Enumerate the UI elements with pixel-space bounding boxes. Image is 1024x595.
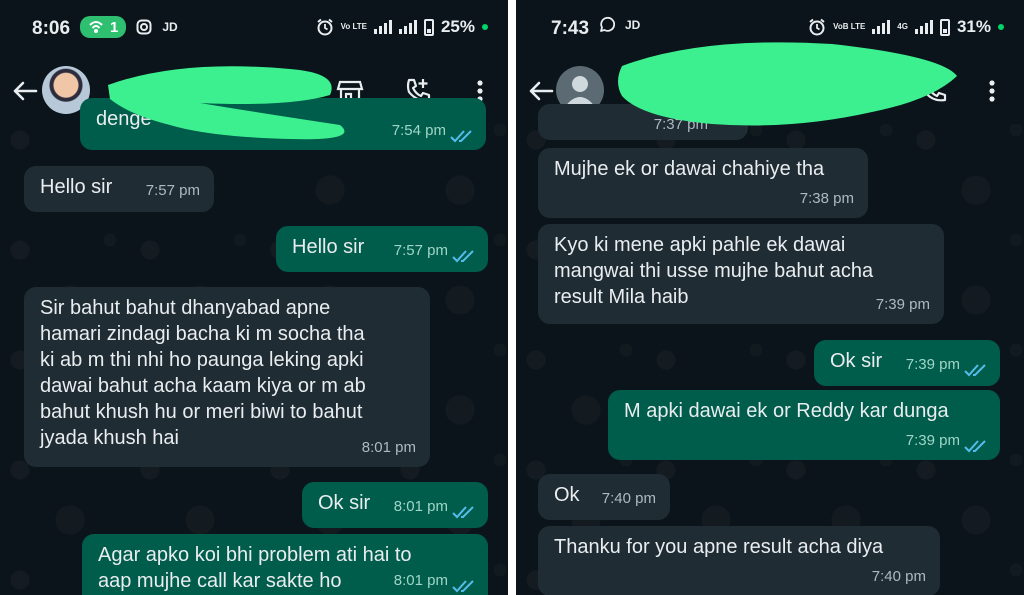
message-time: 7:39 pm — [905, 432, 960, 449]
status-bar: 7:43 JD VoB LTE 4G 31% — [516, 0, 1024, 58]
carrier-tag: JD — [162, 20, 178, 34]
hotspot-badge: 1 — [80, 16, 127, 38]
message-line: bahut khush hu or meri biwi to bahut — [40, 401, 363, 423]
hotspot-icon — [89, 21, 103, 33]
volte-tag: Vo LTE — [340, 22, 367, 31]
video-call-icon[interactable] — [851, 76, 881, 106]
chat-screenshot-right: 7:43 JD VoB LTE 4G 31% 7:37 pm Mujhe ek … — [516, 0, 1024, 595]
network-4g-tag: 4G — [897, 22, 908, 31]
message-text: Hello sir — [40, 176, 113, 198]
message-bubble-outgoing: Ok sir 8:01 pm — [302, 482, 488, 528]
hotspot-count: 1 — [110, 18, 119, 36]
message-line: Agar apko koi bhi problem ati hai to — [98, 544, 412, 566]
message-line: hamari zindagi bacha ki m socha tha — [40, 323, 365, 345]
message-time: 7:57 pm — [393, 242, 448, 259]
instagram-icon — [136, 19, 152, 35]
message-bubble-outgoing: Hello sir 7:57 pm — [276, 226, 488, 272]
read-ticks-icon — [450, 130, 472, 143]
message-bubble-incoming: Ok 7:40 pm — [538, 474, 670, 520]
alarm-icon — [809, 18, 825, 36]
message-line: Sir bahut bahut dhanyabad apne — [40, 297, 331, 319]
message-bubble-outgoing: Agar apko koi bhi problem ati hai to aap… — [82, 534, 488, 595]
back-arrow-icon[interactable] — [526, 76, 556, 106]
status-time: 7:43 — [551, 18, 590, 39]
status-bar: 8:06 1 JD Vo LTE 25% — [0, 0, 508, 58]
privacy-dot-icon — [482, 24, 488, 30]
signal-bars-icon-2 — [914, 20, 933, 34]
read-ticks-icon — [964, 440, 986, 453]
battery-icon — [939, 18, 950, 36]
read-ticks-icon — [452, 506, 474, 519]
message-bubble-outgoing: M apki dawai ek or Reddy kar dunga 7:39 … — [608, 390, 1000, 460]
message-time: 8:01 pm — [393, 572, 448, 589]
message-time: 7:40 pm — [871, 568, 926, 585]
alarm-icon — [316, 18, 333, 36]
screenshot-divider — [508, 0, 516, 595]
back-arrow-icon[interactable] — [10, 76, 40, 106]
privacy-dot-icon — [998, 24, 1004, 30]
message-text: M apki dawai ek or Reddy kar dunga — [624, 400, 949, 422]
message-line: ki ab m thi nhi ho paunga leking apki — [40, 349, 364, 371]
message-line: jyada khush hai — [40, 427, 179, 449]
message-line: dawai bahut acha kaam kiya or m ab — [40, 375, 366, 397]
battery-percent: 31% — [956, 17, 991, 36]
message-time: 7:37 pm — [653, 116, 708, 133]
message-time: 8:01 pm — [361, 439, 416, 456]
message-time: 7:39 pm — [905, 356, 960, 373]
read-ticks-icon — [452, 250, 474, 263]
message-text: Mujhe ek or dawai chahiye tha — [554, 158, 825, 180]
message-line: Kyo ki mene apki pahle ek dawai — [554, 234, 846, 256]
message-time: 7:54 pm — [391, 122, 446, 139]
message-time: 7:57 pm — [145, 182, 200, 199]
message-bubble-incoming: Mujhe ek or dawai chahiye tha 7:38 pm — [538, 148, 868, 218]
status-time: 8:06 — [32, 18, 71, 39]
carrier-tag: JD — [625, 17, 641, 32]
read-ticks-icon — [452, 580, 474, 593]
signal-bars-icon — [373, 20, 392, 34]
battery-icon — [423, 18, 434, 36]
battery-percent: 25% — [440, 17, 475, 36]
message-bubble-incoming: Sir bahut bahut dhanyabad apne hamari zi… — [24, 287, 430, 467]
message-time: 7:39 pm — [875, 296, 930, 313]
message-bubble-incoming: Kyo ki mene apki pahle ek dawai mangwai … — [538, 224, 944, 324]
message-bubble-partial: 7:37 pm — [538, 104, 748, 140]
message-line: result Mila haib — [554, 286, 689, 308]
message-bubble-outgoing: Ok sir 7:39 pm — [814, 340, 1000, 386]
whatsapp-icon — [600, 16, 615, 32]
message-bubble-partial: denge 7:54 pm — [80, 98, 486, 150]
call-icon[interactable] — [919, 76, 949, 106]
chat-screenshot-left: 8:06 1 JD Vo LTE 25% denge 7:54 pm Hello… — [0, 0, 508, 595]
read-ticks-icon — [964, 364, 986, 377]
volte-tag: VoB LTE — [833, 22, 866, 31]
message-time: 8:01 pm — [393, 498, 448, 515]
signal-bars-icon — [872, 20, 891, 34]
more-vert-icon[interactable] — [977, 76, 1007, 106]
signal-bars-icon-2 — [398, 20, 417, 34]
message-text: Thanku for you apne result acha diya — [554, 536, 884, 558]
message-text: Ok — [554, 484, 580, 506]
message-bubble-incoming: Hello sir 7:57 pm — [24, 166, 214, 212]
message-time: 7:38 pm — [799, 190, 854, 207]
message-time: 7:40 pm — [601, 490, 656, 507]
message-bubble-incoming: Thanku for you apne result acha diya 7:4… — [538, 526, 940, 595]
message-line: mangwai thi usse mujhe bahut acha — [554, 260, 874, 282]
